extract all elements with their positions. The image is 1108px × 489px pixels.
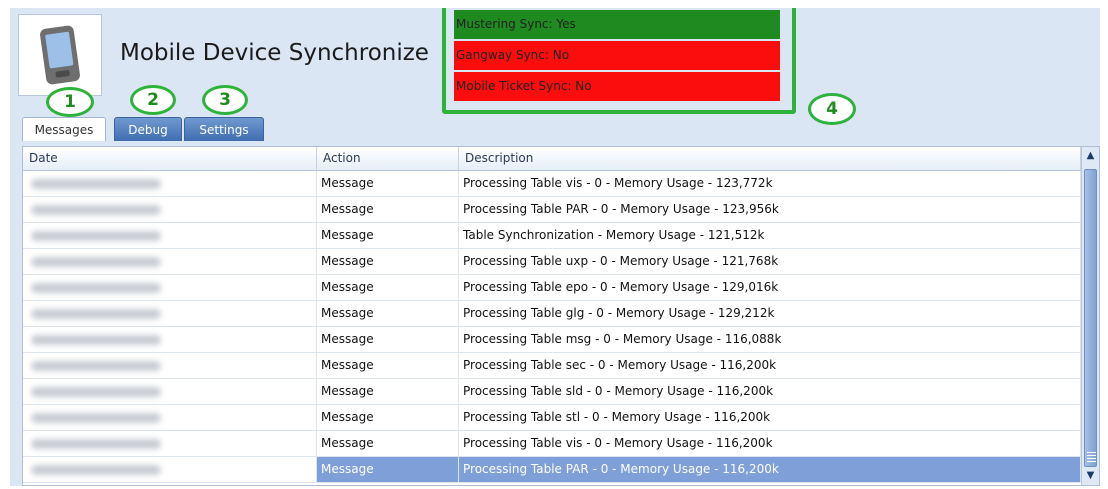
- redacted-date: [31, 309, 161, 319]
- redacted-date: [31, 465, 161, 475]
- table-row[interactable]: Message Processing Table msg - 0 - Memory…: [23, 327, 1081, 353]
- redacted-date: [31, 361, 161, 371]
- description-cell: Processing Table uxp - 0 - Memory Usage …: [459, 249, 1081, 274]
- action-cell: Message: [317, 327, 459, 352]
- redacted-date: [31, 283, 161, 293]
- tab-settings[interactable]: Settings: [184, 117, 264, 141]
- callout-4: 4: [808, 93, 856, 125]
- table-row[interactable]: Message Processing Table stl - 0 - Memory…: [23, 405, 1081, 431]
- table-row[interactable]: Message Processing Table PAR - 0 - Memory…: [23, 457, 1081, 483]
- scroll-up-arrow-icon[interactable]: ▲: [1082, 147, 1099, 165]
- messages-table: Date Action Description Message Processin…: [22, 146, 1100, 486]
- column-header-description[interactable]: Description: [459, 147, 1081, 170]
- action-cell: Message: [317, 431, 459, 456]
- mobile-sync-window: Mobile Device Synchronize Mustering Sync…: [10, 8, 1100, 486]
- action-cell: Message: [317, 353, 459, 378]
- description-cell: Processing Table epo - 0 - Memory Usage …: [459, 275, 1081, 300]
- redacted-date: [31, 205, 161, 215]
- action-cell: Message: [317, 197, 459, 222]
- callout-3: 3: [202, 85, 248, 115]
- tab-debug[interactable]: Debug: [114, 117, 182, 141]
- grip-icon: [1087, 452, 1096, 462]
- scrollbar-thumb[interactable]: [1084, 169, 1097, 467]
- sync-status-panel: Mustering Sync: Yes Gangway Sync: No Mob…: [442, 8, 796, 114]
- description-cell: Processing Table msg - 0 - Memory Usage …: [459, 327, 1081, 352]
- column-header-date[interactable]: Date: [23, 147, 317, 170]
- redacted-date: [31, 257, 161, 267]
- action-cell: Message: [317, 457, 459, 482]
- action-cell: Message: [317, 171, 459, 196]
- table-row[interactable]: Message Table Synchronization - Memory Us…: [23, 223, 1081, 249]
- table-row[interactable]: Message Processing Table sec - 0 - Memory…: [23, 353, 1081, 379]
- action-cell: Message: [317, 223, 459, 248]
- table-row[interactable]: Message Processing Table uxp - 0 - Memory…: [23, 249, 1081, 275]
- action-cell: Message: [317, 249, 459, 274]
- redacted-date: [31, 231, 161, 241]
- table-row[interactable]: Message Processing Table PAR - 0 - Memory…: [23, 197, 1081, 223]
- table-row[interactable]: Message Processing Table glg - 0 - Memory…: [23, 301, 1081, 327]
- gangway-sync-status: Gangway Sync: No: [454, 41, 780, 70]
- action-cell: Message: [317, 379, 459, 404]
- description-cell: Processing Table stl - 0 - Memory Usage …: [459, 405, 1081, 430]
- redacted-date: [31, 387, 161, 397]
- table-row[interactable]: Message Processing Table epo - 0 - Memory…: [23, 275, 1081, 301]
- mustering-sync-status: Mustering Sync: Yes: [454, 10, 780, 39]
- mobile-device-icon: [40, 25, 80, 85]
- description-cell: Processing Table PAR - 0 - Memory Usage …: [459, 457, 1081, 482]
- callout-1: 1: [46, 87, 94, 117]
- table-row[interactable]: Message Processing Table vis - 0 - Memory…: [23, 171, 1081, 197]
- redacted-date: [31, 413, 161, 423]
- page-title: Mobile Device Synchronize: [120, 40, 429, 66]
- redacted-date: [31, 179, 161, 189]
- description-cell: Processing Table vis - 0 - Memory Usage …: [459, 431, 1081, 456]
- description-cell: Processing Table sec - 0 - Memory Usage …: [459, 353, 1081, 378]
- app-icon-frame: [18, 14, 102, 96]
- description-cell: Processing Table PAR - 0 - Memory Usage …: [459, 197, 1081, 222]
- column-header-action[interactable]: Action: [317, 147, 459, 170]
- mobile-ticket-sync-status: Mobile Ticket Sync: No: [454, 72, 780, 101]
- table-row[interactable]: Message Processing Table sld - 0 - Memory…: [23, 379, 1081, 405]
- redacted-date: [31, 439, 161, 449]
- table-header: Date Action Description: [23, 147, 1081, 171]
- action-cell: Message: [317, 405, 459, 430]
- action-cell: Message: [317, 301, 459, 326]
- table-row[interactable]: Message Processing Table vis - 0 - Memory…: [23, 431, 1081, 457]
- action-cell: Message: [317, 275, 459, 300]
- redacted-date: [31, 335, 161, 345]
- description-cell: Table Synchronization - Memory Usage - 1…: [459, 223, 1081, 248]
- vertical-scrollbar[interactable]: ▲ ▼: [1081, 147, 1099, 485]
- tab-messages[interactable]: Messages: [22, 117, 106, 141]
- description-cell: Processing Table glg - 0 - Memory Usage …: [459, 301, 1081, 326]
- description-cell: Processing Table sld - 0 - Memory Usage …: [459, 379, 1081, 404]
- description-cell: Processing Table vis - 0 - Memory Usage …: [459, 171, 1081, 196]
- scroll-down-arrow-icon[interactable]: ▼: [1082, 467, 1099, 485]
- callout-2: 2: [130, 85, 176, 115]
